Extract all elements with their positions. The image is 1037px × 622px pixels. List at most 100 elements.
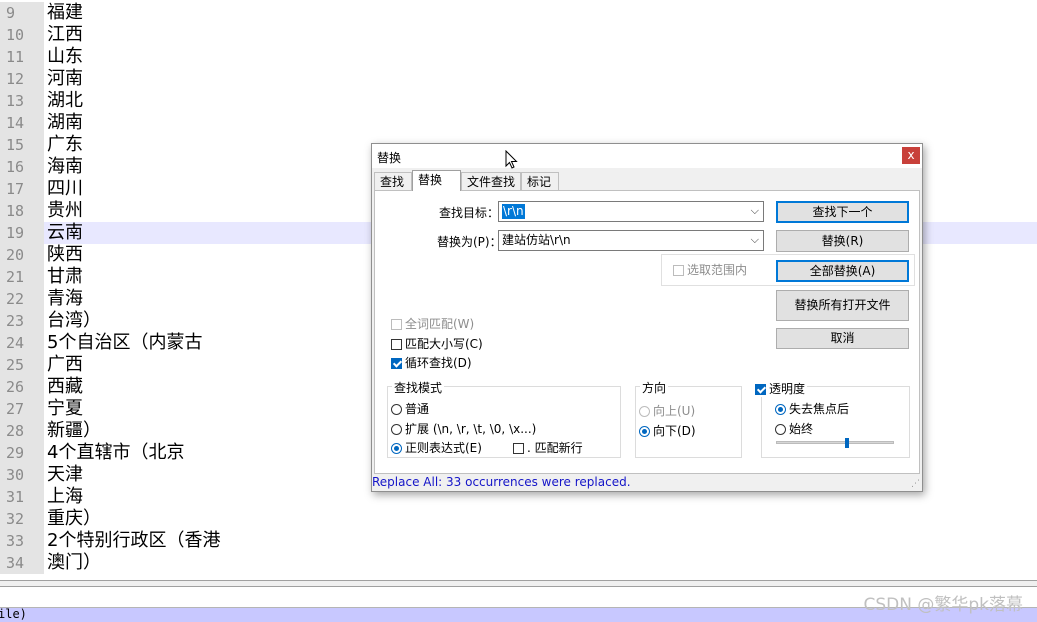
tab-find[interactable]: 查找 xyxy=(374,172,412,190)
search-mode-extended-label: 扩展 (\n, \r, \t, \0, \x...) xyxy=(405,422,537,436)
editor-line[interactable]: 34 澳门） xyxy=(0,552,1037,574)
line-number: 18 xyxy=(0,200,44,222)
line-number: 29 xyxy=(0,442,44,464)
replace-button[interactable]: 替换(R) xyxy=(776,230,909,252)
line-text: 湖南 xyxy=(47,112,83,133)
line-number: 19 xyxy=(0,222,44,244)
editor-line[interactable]: 33 2个特别行政区（香港 xyxy=(0,530,1037,552)
tab-find-in-files[interactable]: 文件查找 xyxy=(461,172,521,190)
resize-grip-icon[interactable]: ⋰ xyxy=(911,479,920,489)
search-mode-extended-radio[interactable]: 扩展 (\n, \r, \t, \0, \x...) xyxy=(391,422,536,437)
line-number: 32 xyxy=(0,508,44,530)
editor-line[interactable]: 10 江西 xyxy=(0,24,1037,46)
dot-matches-newline-checkbox[interactable]: . 匹配新行 xyxy=(513,441,583,456)
line-number: 21 xyxy=(0,266,44,288)
direction-title: 方向 xyxy=(640,379,669,396)
panel-splitter[interactable] xyxy=(0,580,1037,587)
line-text: 青海 xyxy=(47,288,83,309)
line-text: 新疆） xyxy=(47,420,101,441)
line-text: 广东 xyxy=(47,134,83,155)
search-mode-regex-radio[interactable]: 正则表达式(E) xyxy=(391,441,482,456)
line-text: 广西 xyxy=(47,354,83,375)
transparency-lose-focus-label: 失去焦点后 xyxy=(789,402,850,416)
checkbox-icon xyxy=(673,265,684,276)
line-number: 31 xyxy=(0,486,44,508)
replace-dialog: 替换 x 查找 替换 文件查找 标记 查找目标： \r\n ⌵ 查找下一个 替换… xyxy=(371,143,923,492)
transparency-lose-focus-radio[interactable]: 失去焦点后 xyxy=(775,402,849,417)
editor-line[interactable]: 12 河南 xyxy=(0,68,1037,90)
watermark: CSDN @繁华pk落幕 xyxy=(863,595,1023,615)
radio-icon xyxy=(775,424,786,435)
direction-group: 方向 xyxy=(635,379,742,458)
direction-up-label: 向上(U) xyxy=(653,404,696,418)
chevron-down-icon[interactable]: ⌵ xyxy=(751,233,759,247)
replace-with-value: 建站仿站\r\n xyxy=(502,233,571,247)
editor-line[interactable]: 32 重庆） xyxy=(0,508,1037,530)
close-button[interactable]: x xyxy=(902,147,920,164)
whole-word-checkbox[interactable]: 全词匹配(W) xyxy=(391,317,474,332)
wrap-around-checkbox[interactable]: 循环查找(D) xyxy=(391,356,472,371)
line-text: 海南 xyxy=(47,156,83,177)
line-number: 26 xyxy=(0,376,44,398)
transparency-slider[interactable] xyxy=(776,441,894,444)
line-text: 陕西 xyxy=(47,244,83,265)
find-what-combobox[interactable]: \r\n ⌵ xyxy=(498,201,764,222)
editor-line[interactable]: 11 山东 xyxy=(0,46,1037,68)
radio-selected-icon xyxy=(391,443,402,454)
line-number: 20 xyxy=(0,244,44,266)
chevron-down-icon[interactable]: ⌵ xyxy=(751,204,759,218)
transparency-always-label: 始终 xyxy=(789,422,814,436)
checkbox-icon xyxy=(391,319,402,330)
editor-line[interactable]: 9 福建 xyxy=(0,2,1037,24)
replace-with-combobox[interactable]: 建站仿站\r\n ⌵ xyxy=(498,230,764,251)
wrap-around-label: 循环查找(D) xyxy=(405,356,472,370)
tab-replace[interactable]: 替换 xyxy=(412,170,461,191)
replace-all-button[interactable]: 全部替换(A) xyxy=(776,260,909,282)
match-case-checkbox[interactable]: 匹配大小写(C) xyxy=(391,337,483,352)
line-text: 重庆） xyxy=(47,508,101,529)
in-selection-checkbox[interactable]: 选取范围内 xyxy=(673,263,747,278)
line-text: 山东 xyxy=(47,46,83,67)
transparency-label: 透明度 xyxy=(769,382,806,396)
transparency-checkbox[interactable]: 透明度 xyxy=(755,382,808,397)
transparency-slider-thumb[interactable] xyxy=(845,438,849,448)
line-number: 34 xyxy=(0,552,44,574)
find-what-value: \r\n xyxy=(502,204,525,219)
line-number: 15 xyxy=(0,134,44,156)
line-number: 28 xyxy=(0,420,44,442)
line-number: 11 xyxy=(0,46,44,68)
find-next-button[interactable]: 查找下一个 xyxy=(776,201,909,223)
editor-line[interactable]: 14 湖南 xyxy=(0,112,1037,134)
tab-mark[interactable]: 标记 xyxy=(521,172,559,190)
replace-tab-panel: 查找目标： \r\n ⌵ 查找下一个 替换为(P)： 建站仿站\r\n ⌵ 替换… xyxy=(374,190,920,474)
direction-down-radio[interactable]: 向下(D) xyxy=(639,424,696,439)
in-selection-label: 选取范围内 xyxy=(687,263,748,277)
line-text: 天津 xyxy=(47,464,83,485)
line-text: 上海 xyxy=(47,486,83,507)
editor-line[interactable]: 13 湖北 xyxy=(0,90,1037,112)
line-text: 河南 xyxy=(47,68,83,89)
line-number: 30 xyxy=(0,464,44,486)
status-text: ile) xyxy=(0,608,27,621)
replace-with-label: 替换为(P)： xyxy=(437,235,502,249)
checkbox-icon xyxy=(513,443,524,454)
close-icon: x xyxy=(907,148,915,162)
whole-word-label: 全词匹配(W) xyxy=(405,317,475,331)
line-number: 14 xyxy=(0,112,44,134)
line-text: 云南 xyxy=(47,222,83,243)
line-text: 5个自治区（内蒙古 xyxy=(47,332,203,353)
line-number: 16 xyxy=(0,156,44,178)
radio-selected-icon xyxy=(639,426,650,437)
line-text: 贵州 xyxy=(47,200,83,221)
search-mode-normal-radio[interactable]: 普通 xyxy=(391,402,429,417)
search-mode-regex-label: 正则表达式(E) xyxy=(405,441,482,455)
search-mode-normal-label: 普通 xyxy=(405,402,430,416)
cancel-button[interactable]: 取消 xyxy=(776,328,909,349)
line-text: 宁夏 xyxy=(47,398,83,419)
checkbox-icon xyxy=(391,339,402,350)
direction-up-radio[interactable]: 向上(U) xyxy=(639,404,695,419)
transparency-always-radio[interactable]: 始终 xyxy=(775,422,813,437)
dialog-titlebar[interactable]: 替换 x xyxy=(372,144,922,168)
line-text: 台湾） xyxy=(47,310,101,331)
replace-all-open-docs-button[interactable]: 替换所有打开文件 xyxy=(776,290,909,321)
